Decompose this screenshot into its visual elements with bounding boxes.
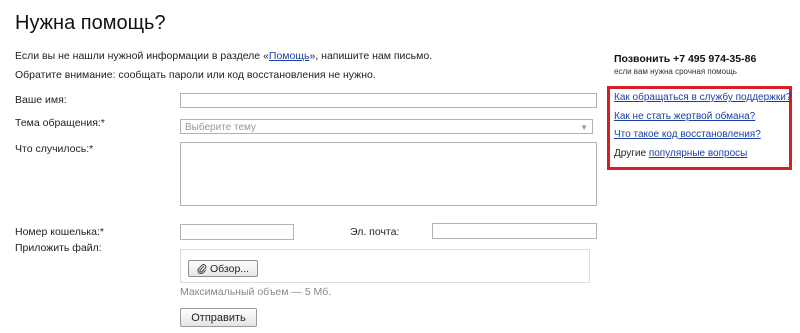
topic-select-value: Выберите тему [185, 122, 257, 133]
browse-button[interactable]: Обзор... [188, 260, 258, 277]
intro-text-after: », напишите нам письмо. [309, 50, 433, 62]
topic-label: Тема обращения:* [15, 117, 105, 129]
help-section-link[interactable]: Помощь [269, 50, 310, 62]
faq-other-prefix: Другие [614, 148, 647, 159]
faq-link-avoid-fraud[interactable]: Как не стать жертвой обмана? [614, 111, 755, 122]
support-phone-note: если вам нужна срочная помощь [614, 67, 737, 76]
email-label: Эл. почта: [350, 226, 400, 238]
intro-text-before: Если вы не нашли нужной информации в раз… [15, 50, 269, 62]
submit-button-label: Отправить [191, 311, 246, 324]
wallet-input[interactable] [180, 224, 294, 240]
browse-button-label: Обзор... [209, 262, 250, 275]
paperclip-icon [197, 263, 207, 274]
max-size-hint: Максимальный объем — 5 Мб. [180, 286, 332, 298]
faq-link-recovery-code[interactable]: Что такое код восстановления? [614, 129, 761, 140]
submit-button[interactable]: Отправить [180, 308, 257, 327]
faq-link-contact-support[interactable]: Как обращаться в службу поддержки? [614, 92, 791, 103]
name-label: Ваше имя: [15, 94, 67, 106]
faq-other-line: Другие популярные вопросы [614, 148, 747, 159]
intro-text-line1: Если вы не нашли нужной информации в раз… [15, 50, 432, 62]
wallet-label: Номер кошелька:* [15, 226, 104, 238]
chevron-down-icon: ▼ [580, 123, 588, 132]
what-happened-textarea[interactable] [180, 142, 597, 206]
support-phone: Позвонить +7 495 974-35-86 [614, 53, 757, 65]
attach-file-label: Приложить файл: [15, 242, 102, 254]
intro-text-line2: Обратите внимание: сообщать пароли или к… [15, 69, 376, 81]
name-input[interactable] [180, 93, 597, 108]
email-input[interactable] [432, 223, 597, 239]
topic-select[interactable]: Выберите тему ▼ [180, 119, 593, 134]
what-happened-label: Что случилось:* [15, 143, 94, 155]
faq-link-popular-questions[interactable]: популярные вопросы [649, 148, 748, 159]
page-title: Нужна помощь? [15, 12, 166, 34]
